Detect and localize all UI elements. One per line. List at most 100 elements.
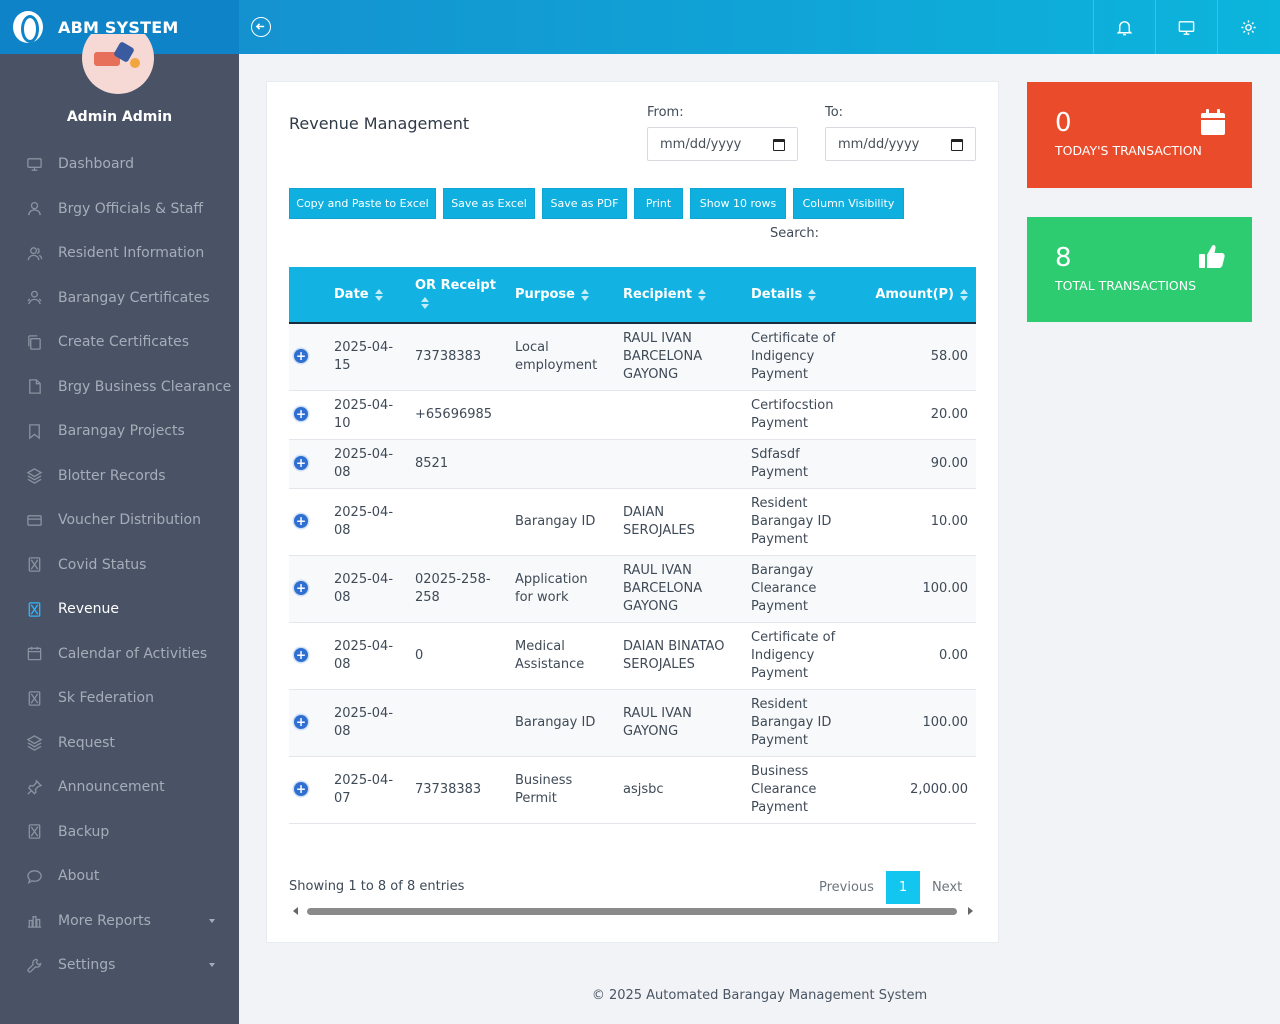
sidebar-item-calendar-of-activities[interactable]: Calendar of Activities [0, 632, 239, 677]
entries-info: Showing 1 to 8 of 8 entries [289, 879, 465, 894]
sort-icon[interactable] [421, 297, 429, 309]
table-row[interactable]: +2025-04-15 73738383 Local employment RAUL … [289, 323, 976, 391]
cell-purpose [507, 390, 615, 440]
expand-plus-icon[interactable]: + [294, 514, 308, 528]
to-label: To: [825, 105, 844, 120]
sort-icon[interactable] [374, 288, 383, 301]
sidebar-item-covid-status[interactable]: Covid Status [0, 543, 239, 588]
calendar-icon[interactable] [773, 139, 785, 151]
row-expand-cell[interactable]: + [289, 555, 326, 623]
from-label: From: [647, 105, 684, 120]
sidebar-item-more-reports[interactable]: More Reports [0, 899, 239, 944]
sidebar-item-barangay-projects[interactable]: Barangay Projects [0, 409, 239, 454]
sort-icon[interactable] [698, 288, 707, 301]
monitor-icon[interactable] [1155, 0, 1217, 54]
table-row[interactable]: +2025-04-08 8521 Sdfasdf Payment 90.00 [289, 439, 976, 489]
sort-icon[interactable] [960, 288, 968, 301]
print-button[interactable]: Print [634, 188, 683, 219]
sort-icon[interactable] [808, 288, 817, 301]
todays-transaction-card[interactable]: 0 TODAY'S TRANSACTION [1027, 82, 1252, 188]
column-visibility-button[interactable]: Column Visibility [793, 188, 904, 219]
header-or-receipt[interactable]: OR Receipt [407, 267, 507, 324]
table-row[interactable]: +2025-04-08 02025-258-258 Application for … [289, 555, 976, 623]
table-row[interactable]: +2025-04-08 Barangay ID DAIAN SEROJALES Res… [289, 488, 976, 556]
sidebar-item-revenue[interactable]: Revenue [0, 587, 239, 632]
sidebar-item-announcement[interactable]: Announcement [0, 765, 239, 810]
horizontal-scrollbar[interactable] [293, 906, 973, 916]
show-rows-button[interactable]: Show 10 rows [690, 188, 786, 219]
sidebar-item-create-certificates[interactable]: Create Certificates [0, 320, 239, 365]
page-1-button[interactable]: 1 [885, 871, 920, 904]
header-details[interactable]: Details [743, 267, 854, 324]
expand-plus-icon[interactable]: + [294, 581, 308, 595]
from-date-input[interactable]: mm/dd/yyyy [647, 127, 798, 161]
scroll-left-icon[interactable] [293, 907, 298, 915]
pin-icon [25, 778, 43, 796]
cell-amount: 90.00 [854, 439, 976, 489]
row-expand-cell[interactable]: + [289, 622, 326, 690]
caret-down-icon[interactable] [209, 963, 215, 967]
scroll-thumb[interactable] [307, 908, 957, 915]
sidebar-item-about[interactable]: About [0, 854, 239, 899]
row-expand-cell[interactable]: + [289, 439, 326, 489]
sidebar-item-settings[interactable]: Settings [0, 943, 239, 988]
expand-plus-icon[interactable]: + [294, 349, 308, 363]
cell-details: Resident Barangay ID Payment [743, 488, 854, 556]
sidebar-item-resident-information[interactable]: Resident Information [0, 231, 239, 276]
save-pdf-button[interactable]: Save as PDF [542, 188, 627, 219]
header-recipient[interactable]: Recipient [615, 267, 743, 324]
caret-down-icon[interactable] [209, 918, 215, 923]
header-amount[interactable]: Amount(P) [854, 267, 976, 324]
sidebar-item-sk-federation[interactable]: Sk Federation [0, 676, 239, 721]
cell-recipient: asjsbc [615, 756, 743, 824]
cell-purpose: Barangay ID [507, 689, 615, 757]
row-expand-cell[interactable]: + [289, 689, 326, 757]
card-icon [25, 511, 43, 529]
header-purpose[interactable]: Purpose [507, 267, 615, 324]
previous-page-button[interactable]: Previous [807, 871, 886, 904]
sidebar-item-voucher-distribution[interactable]: Voucher Distribution [0, 498, 239, 543]
sidebar-item-label: Calendar of Activities [58, 645, 208, 662]
next-page-button[interactable]: Next [920, 871, 974, 904]
copy-excel-button[interactable]: Copy and Paste to Excel [289, 188, 436, 219]
total-transactions-card[interactable]: 8 TOTAL TRANSACTIONS [1027, 217, 1252, 322]
table-row[interactable]: +2025-04-10 +65696985 Certifocstion Paymen… [289, 390, 976, 440]
row-expand-cell[interactable]: + [289, 756, 326, 824]
table-row[interactable]: +2025-04-08 Barangay ID RAUL IVAN GAYONG Re… [289, 689, 976, 757]
table-row[interactable]: +2025-04-07 73738383 Business Permit asjsbc… [289, 756, 976, 824]
hourglass-icon [25, 689, 43, 707]
sidebar-item-barangay-certificates[interactable]: Barangay Certificates [0, 276, 239, 321]
row-expand-cell[interactable]: + [289, 488, 326, 556]
sidebar-item-brgy-officials-staff[interactable]: Brgy Officials & Staff [0, 187, 239, 232]
sidebar-item-brgy-business-clearance[interactable]: Brgy Business Clearance [0, 365, 239, 410]
brand-logo [13, 11, 43, 43]
chat-icon [25, 867, 43, 885]
save-excel-button[interactable]: Save as Excel [443, 188, 535, 219]
sidebar-item-backup[interactable]: Backup [0, 810, 239, 855]
sidebar-item-dashboard[interactable]: Dashboard [0, 142, 239, 187]
bell-icon[interactable] [1093, 0, 1155, 54]
cell-date: 2025-04-08 [326, 622, 407, 690]
cell-details: Certificate of Indigency Payment [743, 323, 854, 391]
row-expand-cell[interactable]: + [289, 390, 326, 440]
calendar-icon[interactable] [951, 139, 963, 151]
expand-plus-icon[interactable]: + [294, 648, 308, 662]
cell-details: Barangay Clearance Payment [743, 555, 854, 623]
row-expand-cell[interactable]: + [289, 323, 326, 391]
sort-icon[interactable] [581, 288, 589, 301]
back-arrow-icon[interactable] [251, 17, 271, 37]
gear-icon[interactable] [1217, 0, 1279, 54]
to-date-input[interactable]: mm/dd/yyyy [825, 127, 976, 161]
expand-plus-icon[interactable]: + [294, 782, 308, 796]
cell-date: 2025-04-10 [326, 390, 407, 440]
scroll-right-icon[interactable] [968, 907, 973, 915]
expand-plus-icon[interactable]: + [294, 715, 308, 729]
expand-plus-icon[interactable]: + [294, 407, 308, 421]
sidebar-item-blotter-records[interactable]: Blotter Records [0, 454, 239, 499]
avatar[interactable] [82, 34, 154, 94]
cell-purpose: Medical Assistance [507, 622, 615, 690]
sidebar-item-request[interactable]: Request [0, 721, 239, 766]
table-row[interactable]: +2025-04-08 0 Medical Assistance DAIAN BINA… [289, 622, 976, 690]
header-date[interactable]: Date [326, 267, 407, 324]
expand-plus-icon[interactable]: + [294, 456, 308, 470]
